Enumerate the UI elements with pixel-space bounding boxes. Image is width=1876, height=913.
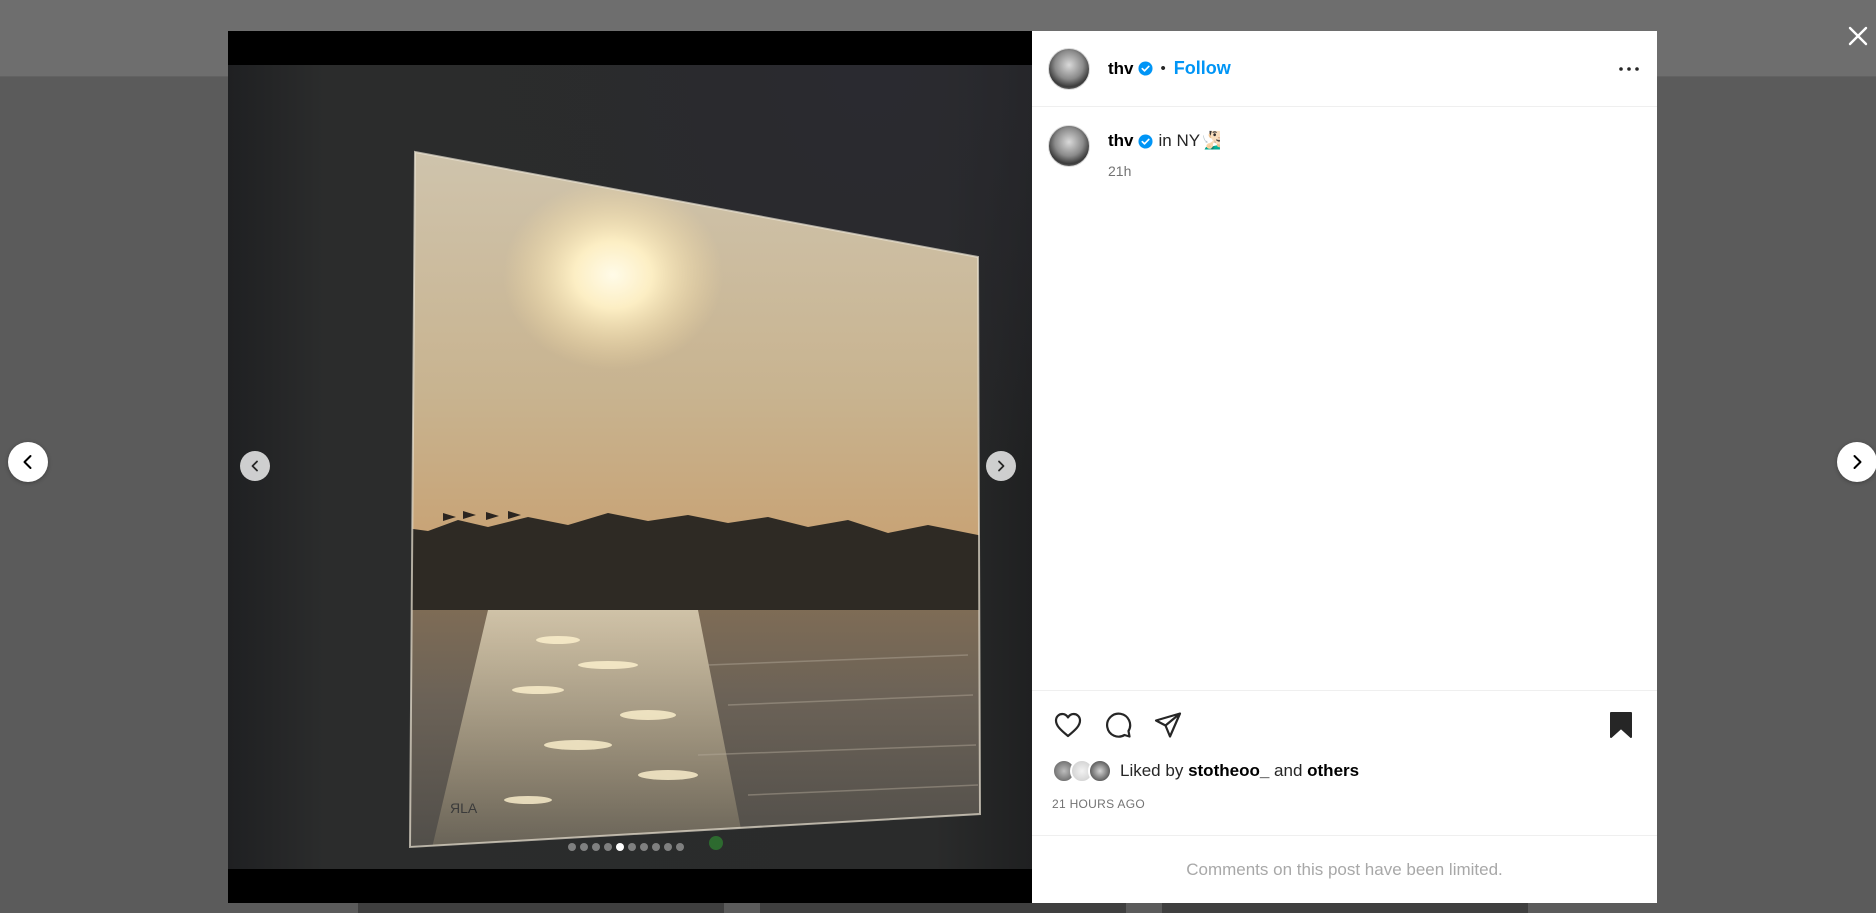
slide-dot: [676, 843, 684, 851]
header-separator: •: [1160, 60, 1166, 77]
verified-badge-icon: [1137, 133, 1153, 149]
chevron-right-icon: [998, 460, 1005, 472]
comment-button[interactable]: [1102, 709, 1134, 741]
slide-dot: [652, 843, 660, 851]
close-icon: [1848, 26, 1868, 46]
post-header: thv • Follow: [1032, 31, 1657, 107]
chevron-right-icon: [1853, 455, 1862, 469]
avatar[interactable]: [1048, 125, 1090, 167]
post-caption: thv in NY🧏🏻‍♂️ 21h: [1032, 107, 1657, 690]
close-button[interactable]: [1842, 20, 1874, 52]
next-post-button[interactable]: [1837, 442, 1876, 482]
slide-dot: [568, 843, 576, 851]
author-username[interactable]: thv: [1108, 59, 1134, 79]
slide-dot: [616, 843, 624, 851]
slide-dot: [640, 843, 648, 851]
photo-watermark: ЯLA: [450, 800, 478, 816]
bookmark-icon: [1610, 712, 1632, 738]
post-timestamp[interactable]: 21 HOURS AGO: [1052, 797, 1637, 811]
share-button[interactable]: [1152, 709, 1184, 741]
slide-dot: [592, 843, 600, 851]
caption-text: in NY🧏🏻‍♂️: [1158, 131, 1222, 150]
likes-summary: Liked by stotheoo_ and others: [1052, 759, 1637, 783]
like-button[interactable]: [1052, 709, 1084, 741]
slide-dot: [664, 843, 672, 851]
post-actions-area: Liked by stotheoo_ and others 21 HOURS A…: [1032, 690, 1657, 811]
slide-indicator: [568, 843, 684, 851]
avatar[interactable]: [1088, 759, 1112, 783]
slide-dot: [580, 843, 588, 851]
action-bar: [1052, 705, 1637, 745]
save-button[interactable]: [1605, 709, 1637, 741]
comments-limited-notice: Comments on this post have been limited.: [1032, 835, 1657, 903]
liked-by-user[interactable]: stotheoo_: [1188, 761, 1269, 781]
share-icon: [1154, 712, 1182, 738]
sunset-photo-illustration: ЯLA: [408, 150, 982, 850]
post-photo: ЯLA: [228, 65, 1032, 869]
chevron-left-icon: [23, 455, 32, 469]
liker-avatars: [1052, 759, 1112, 783]
liked-by-others[interactable]: others: [1307, 761, 1359, 781]
slide-dot: [604, 843, 612, 851]
caption-timestamp[interactable]: 21h: [1108, 163, 1221, 179]
more-options-icon: [1619, 66, 1639, 71]
previous-post-button[interactable]: [8, 442, 48, 482]
caption-username[interactable]: thv: [1108, 131, 1134, 151]
previous-slide-button[interactable]: [240, 451, 270, 481]
liked-by-label: Liked by: [1120, 761, 1184, 780]
next-slide-button[interactable]: [986, 451, 1016, 481]
follow-button[interactable]: Follow: [1174, 58, 1231, 79]
avatar[interactable]: [1048, 47, 1090, 90]
more-options-button[interactable]: [1617, 57, 1641, 81]
liked-by-and: and: [1274, 761, 1303, 780]
post-media: ЯLA: [228, 31, 1032, 903]
post-details-panel: thv • Follow thv in NY🧏🏻‍♂️: [1032, 31, 1657, 903]
chevron-left-icon: [251, 460, 258, 472]
slide-dot: [628, 843, 636, 851]
comment-icon: [1106, 712, 1132, 738]
verified-badge-icon: [1137, 61, 1153, 76]
heart-icon: [1054, 712, 1082, 738]
